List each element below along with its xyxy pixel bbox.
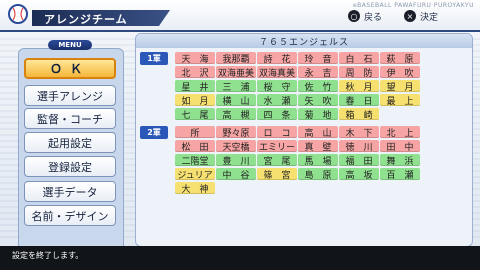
top-bar: アレンジチーム eBASEBALL PAWAFURU PUROYAKYU ○ 戻… xyxy=(0,0,480,30)
player-cell[interactable]: エミリー xyxy=(257,140,297,152)
player-cell[interactable]: 島 原 xyxy=(298,168,338,180)
player-cell[interactable]: 横 山 xyxy=(216,94,256,106)
player-cell[interactable]: 水 瀬 xyxy=(257,94,297,106)
player-cell[interactable]: 野々原 xyxy=(216,126,256,138)
confirm-button[interactable]: × 決定 xyxy=(404,9,438,23)
footer-message: 設定を終了します。 xyxy=(12,251,84,260)
player-cell[interactable]: 箱 崎 xyxy=(339,108,379,120)
player-cell[interactable]: 高 山 xyxy=(298,126,338,138)
player-cell[interactable]: 中 谷 xyxy=(216,168,256,180)
player-cell[interactable]: 三 浦 xyxy=(216,80,256,92)
player-cell[interactable]: 秋 月 xyxy=(339,80,379,92)
player-cell[interactable]: 最 上 xyxy=(380,94,420,106)
baseball-logo-icon xyxy=(8,4,28,24)
player-cell[interactable]: 高 坂 xyxy=(339,168,379,180)
player-cell[interactable]: 松 田 xyxy=(175,140,215,152)
empty-slot xyxy=(380,108,420,120)
player-cell[interactable]: 佐 竹 xyxy=(298,80,338,92)
menu-frame xyxy=(18,48,124,258)
menu-item[interactable]: 起用設定 xyxy=(24,132,116,153)
brand-text: eBASEBALL PAWAFURU PUROYAKYU xyxy=(352,2,474,9)
empty-slot xyxy=(339,182,379,194)
menu-item[interactable]: 監督・コーチ xyxy=(24,108,116,129)
player-cell[interactable]: 四 条 xyxy=(257,108,297,120)
player-cell[interactable]: 星 井 xyxy=(175,80,215,92)
player-cell[interactable]: 木 下 xyxy=(339,126,379,138)
empty-slot xyxy=(216,182,256,194)
player-cell[interactable]: 玲 音 xyxy=(298,52,338,64)
empty-slot xyxy=(380,182,420,194)
player-cell[interactable]: 北 上 xyxy=(380,126,420,138)
player-cell[interactable]: 二階堂 xyxy=(175,154,215,166)
menu-heading: MENU xyxy=(48,40,92,50)
player-cell[interactable]: 我那覇 xyxy=(216,52,256,64)
player-cell[interactable]: 永 吉 xyxy=(298,66,338,78)
player-cell[interactable]: 双海亜美 xyxy=(216,66,256,78)
player-cell[interactable]: 馬 場 xyxy=(298,154,338,166)
player-cell[interactable]: 天空橋 xyxy=(216,140,256,152)
player-cell[interactable]: ジュリア xyxy=(175,168,215,180)
page-title: アレンジチーム xyxy=(44,13,128,26)
menu-item[interactable]: 選手アレンジ xyxy=(24,85,116,106)
back-button[interactable]: ○ 戻る xyxy=(348,9,382,23)
empty-slot xyxy=(257,182,297,194)
player-cell[interactable]: 如 月 xyxy=(175,94,215,106)
empty-slot xyxy=(298,182,338,194)
team-name: ７６５エンジェルス xyxy=(136,34,472,48)
player-cell[interactable]: 天 海 xyxy=(175,52,215,64)
player-cell[interactable]: 百 瀬 xyxy=(380,168,420,180)
player-cell[interactable]: ロ コ xyxy=(257,126,297,138)
player-cell[interactable]: 萩 原 xyxy=(380,52,420,64)
player-cell[interactable]: 豊 川 xyxy=(216,154,256,166)
confirm-label: 決定 xyxy=(420,12,439,23)
group2-grid: 所野々原ロ コ高 山木 下北 上松 田天空橋 エミリー真 壁徳 川田 中二階堂豊 … xyxy=(175,126,420,194)
player-cell[interactable]: 矢 吹 xyxy=(298,94,338,106)
player-cell[interactable]: 望 月 xyxy=(380,80,420,92)
player-cell[interactable]: 福 田 xyxy=(339,154,379,166)
player-cell[interactable]: 高 槻 xyxy=(216,108,256,120)
player-cell[interactable]: 詩 花 xyxy=(257,52,297,64)
player-cell[interactable]: 桜 守 xyxy=(257,80,297,92)
player-cell[interactable]: 宮 尾 xyxy=(257,154,297,166)
player-cell[interactable]: 大 神 xyxy=(175,182,215,194)
circle-icon: ○ xyxy=(348,10,360,22)
player-cell[interactable]: 篠 宮 xyxy=(257,168,297,180)
player-cell[interactable]: 舞 浜 xyxy=(380,154,420,166)
group1-label: 1軍 xyxy=(140,52,168,65)
menu-item[interactable]: ＯＫ xyxy=(24,58,116,79)
player-cell[interactable]: 菊 地 xyxy=(298,108,338,120)
group1-grid: 天 海我那覇詩 花玲 音白 石萩 原北 沢双海亜美 双海真美永 吉周 防伊 吹星 … xyxy=(175,52,420,120)
player-cell[interactable]: 白 石 xyxy=(339,52,379,64)
menu-item[interactable]: 名前・デザイン xyxy=(24,205,116,226)
player-cell[interactable]: 北 沢 xyxy=(175,66,215,78)
back-label: 戻る xyxy=(364,12,383,23)
cross-icon: × xyxy=(404,10,416,22)
group2-label: 2軍 xyxy=(140,126,168,139)
player-cell[interactable]: 双海真美 xyxy=(257,66,297,78)
player-cell[interactable]: 周 防 xyxy=(339,66,379,78)
menu-item[interactable]: 選手データ xyxy=(24,181,116,202)
player-cell[interactable]: 七 尾 xyxy=(175,108,215,120)
player-cell[interactable]: 田 中 xyxy=(380,140,420,152)
header-divider xyxy=(0,30,480,32)
player-cell[interactable]: 所 xyxy=(175,126,215,138)
menu-item[interactable]: 登録設定 xyxy=(24,156,116,177)
player-cell[interactable]: 真 壁 xyxy=(298,140,338,152)
player-cell[interactable]: 徳 川 xyxy=(339,140,379,152)
player-cell[interactable]: 伊 吹 xyxy=(380,66,420,78)
player-cell[interactable]: 春 日 xyxy=(339,94,379,106)
